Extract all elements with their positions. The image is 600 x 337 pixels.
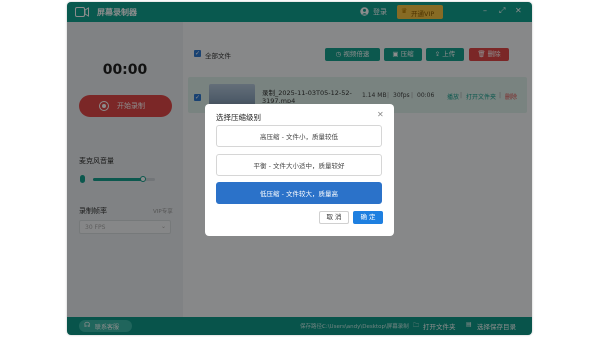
dialog-close-icon[interactable]: ✕	[377, 110, 384, 119]
compression-dialog: 选择压缩级别 ✕ 高压缩 - 文件小，质量较低 平衡 - 文件大小适中，质量较好…	[205, 104, 394, 236]
dialog-title: 选择压缩级别	[216, 113, 261, 122]
option-high-compression[interactable]: 高压缩 - 文件小，质量较低	[216, 125, 382, 147]
option-low-compression[interactable]: 低压缩 - 文件较大，质量高	[216, 182, 382, 204]
confirm-button[interactable]: 确 定	[353, 211, 383, 224]
option-balanced[interactable]: 平衡 - 文件大小适中，质量较好	[216, 154, 382, 176]
cancel-button[interactable]: 取 消	[319, 211, 349, 224]
